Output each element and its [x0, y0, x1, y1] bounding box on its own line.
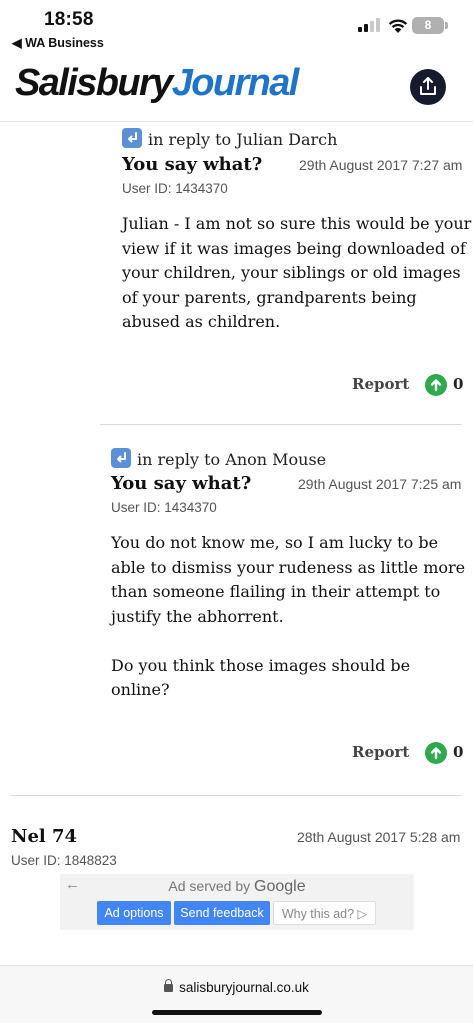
comment-user-id: User ID: 1434370 — [122, 181, 228, 196]
status-bar: 18:58 ◀ WA Business 8 — [0, 0, 473, 52]
home-indicator[interactable] — [152, 1010, 322, 1015]
share-upload-icon — [420, 77, 436, 95]
comment-body-line: Do you think those images should be — [111, 655, 411, 675]
comment-date: 29th August 2017 7:25 am — [298, 476, 462, 492]
comment-author[interactable]: You say what? — [122, 154, 262, 175]
site-header: SalisburyJournal — [0, 52, 473, 122]
status-time: 18:58 — [44, 9, 94, 30]
comment-body-line: your children, your siblings or old imag… — [122, 263, 461, 282]
ad-served-by-label: Ad served by — [168, 878, 251, 894]
comment-author[interactable]: You say what? — [111, 473, 251, 494]
vote-count: 0 — [453, 743, 464, 761]
up-arrow-icon — [430, 379, 442, 392]
comment-date: 28th August 2017 5:28 am — [297, 829, 461, 845]
lock-icon — [164, 979, 174, 992]
comment-body-line: justify the abhorrent. — [111, 606, 284, 626]
comment-body-line: abused as children. — [122, 312, 281, 331]
comment-body: Julian - I am not so sure this would be … — [122, 212, 471, 335]
upvote-button[interactable] — [425, 374, 447, 396]
reply-arrow-icon — [111, 448, 131, 468]
browser-bottom-bar: salisburyjournal.co.uk — [0, 965, 473, 1023]
report-button[interactable]: Report — [352, 375, 409, 393]
comment-body: You do not know me, so I am lucky to be … — [111, 531, 465, 703]
comment-body-line — [111, 629, 465, 654]
battery-tip — [445, 22, 448, 29]
comment-body-line: view if it was images being downloaded o… — [122, 238, 466, 258]
why-this-ad-button[interactable]: Why this ad? ▷ — [273, 901, 376, 925]
vote-count: 0 — [453, 375, 464, 393]
comment-date: 29th August 2017 7:27 am — [299, 157, 463, 173]
comment-user-id: User ID: 1848823 — [11, 853, 117, 868]
logo-text-salisbury: Salisbury — [15, 62, 173, 104]
cellular-signal-icon — [358, 18, 380, 32]
comment-user-id: User ID: 1434370 — [111, 500, 217, 515]
up-arrow-icon — [430, 747, 442, 760]
comment-body-line: than someone flailing in their attempt t… — [111, 582, 441, 601]
logo-text-journal: Journal — [171, 62, 300, 104]
ad-served-by: Ad served by Google — [60, 878, 414, 896]
comment-divider — [10, 795, 462, 796]
comment-body-line: You do not know me, so I am lucky to be — [111, 533, 439, 552]
url-text: salisburyjournal.co.uk — [179, 980, 309, 995]
reply-arrow-icon — [122, 128, 142, 148]
wifi-icon — [388, 19, 408, 33]
comment-body-line: able to dismiss your rudeness as little … — [111, 557, 466, 577]
address-bar[interactable]: salisburyjournal.co.uk — [0, 979, 473, 995]
site-logo[interactable]: SalisburyJournal — [15, 62, 300, 105]
share-button[interactable] — [410, 69, 446, 105]
report-button[interactable]: Report — [352, 743, 409, 761]
back-to-app-link[interactable]: ◀ WA Business — [12, 35, 104, 50]
reply-to-line[interactable]: in reply to Anon Mouse — [111, 448, 326, 469]
google-wordmark: Google — [254, 878, 306, 895]
reply-to-label: in reply to Anon Mouse — [137, 450, 327, 469]
send-feedback-button[interactable]: Send feedback — [174, 901, 270, 925]
battery-icon: 8 — [412, 17, 444, 34]
comment-author[interactable]: Nel 74 — [11, 826, 77, 847]
comment-body-line: of your parents, grandparents being — [122, 287, 417, 307]
ad-options-button[interactable]: Ad options — [97, 901, 171, 925]
comment-body-line: online? — [111, 680, 170, 699]
reply-to-line[interactable]: in reply to Julian Darch — [122, 128, 337, 149]
upvote-button[interactable] — [425, 742, 447, 764]
google-ad-panel: ← Ad served by Google Ad options Send fe… — [60, 874, 414, 930]
comment-divider — [100, 424, 462, 425]
reply-to-label: in reply to Julian Darch — [148, 130, 338, 149]
comment-body-line: Julian - I am not so sure this would be … — [122, 214, 472, 233]
